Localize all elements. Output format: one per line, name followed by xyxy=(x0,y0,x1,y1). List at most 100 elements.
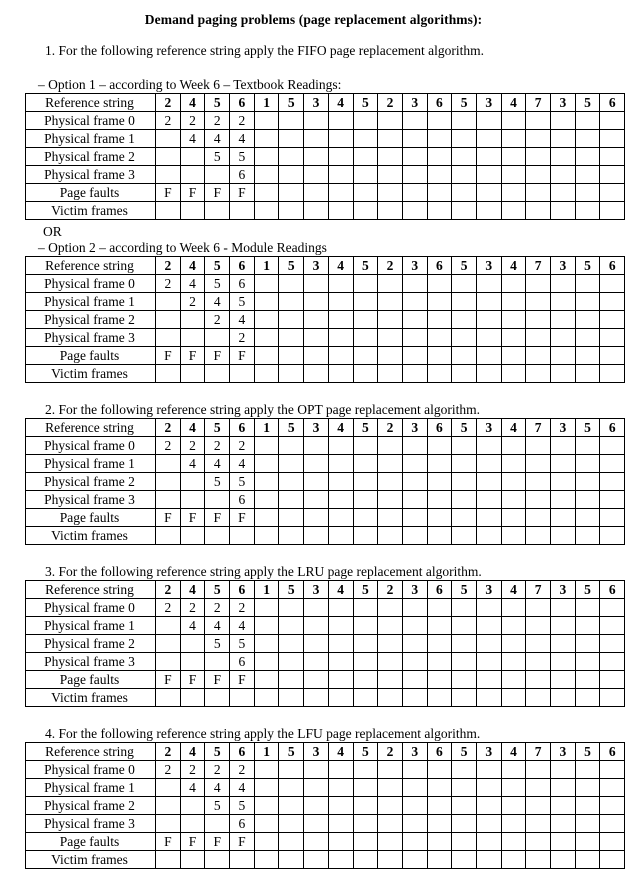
table-cell[interactable] xyxy=(500,364,527,383)
table-cell[interactable] xyxy=(500,454,527,473)
table-cell[interactable] xyxy=(426,364,453,383)
table-cell[interactable] xyxy=(426,454,453,473)
table-cell[interactable] xyxy=(401,760,428,779)
table-cell[interactable]: 2 xyxy=(204,111,231,130)
table-cell[interactable] xyxy=(303,760,329,779)
table-cell[interactable] xyxy=(426,796,453,815)
table-cell[interactable] xyxy=(500,201,527,220)
table-cell[interactable] xyxy=(278,670,305,689)
table-cell[interactable] xyxy=(451,652,477,671)
table-cell[interactable] xyxy=(574,850,601,869)
table-cell[interactable]: 6 xyxy=(426,580,453,599)
table-cell[interactable]: 5 xyxy=(278,418,305,437)
table-cell[interactable] xyxy=(303,850,329,869)
table-cell[interactable]: 1 xyxy=(253,93,280,112)
table-cell[interactable] xyxy=(303,147,329,166)
table-cell[interactable] xyxy=(475,472,502,491)
table-cell[interactable] xyxy=(599,310,626,329)
table-cell[interactable] xyxy=(451,616,477,635)
table-cell[interactable] xyxy=(550,850,576,869)
table-cell[interactable] xyxy=(525,634,551,653)
table-cell[interactable] xyxy=(352,292,379,311)
table-cell[interactable]: 5 xyxy=(352,580,379,599)
table-cell[interactable] xyxy=(327,274,354,293)
table-cell[interactable]: 2 xyxy=(155,436,181,455)
table-cell[interactable]: 5 xyxy=(574,93,601,112)
table-cell[interactable] xyxy=(303,778,329,797)
table-cell[interactable] xyxy=(155,472,181,491)
table-cell[interactable]: 4 xyxy=(179,742,206,761)
table-cell[interactable] xyxy=(253,472,280,491)
table-cell[interactable] xyxy=(574,796,601,815)
table-cell[interactable]: 2 xyxy=(229,760,255,779)
table-cell[interactable] xyxy=(574,436,601,455)
table-cell[interactable] xyxy=(377,201,403,220)
table-cell[interactable]: 7 xyxy=(525,256,551,275)
table-cell[interactable]: 2 xyxy=(204,598,231,617)
table-cell[interactable] xyxy=(500,634,527,653)
table-cell[interactable] xyxy=(599,346,626,365)
table-cell[interactable] xyxy=(377,832,403,851)
table-cell[interactable]: F xyxy=(179,832,206,851)
table-cell[interactable] xyxy=(574,652,601,671)
table-cell[interactable] xyxy=(525,760,551,779)
table-cell[interactable] xyxy=(278,508,305,527)
table-cell[interactable] xyxy=(303,111,329,130)
table-cell[interactable] xyxy=(451,508,477,527)
table-cell[interactable] xyxy=(179,814,206,833)
table-cell[interactable] xyxy=(377,634,403,653)
table-cell[interactable] xyxy=(525,292,551,311)
table-cell[interactable] xyxy=(475,760,502,779)
table-cell[interactable] xyxy=(599,616,626,635)
table-cell[interactable]: F xyxy=(155,508,181,527)
table-cell[interactable]: 2 xyxy=(229,436,255,455)
table-cell[interactable] xyxy=(352,310,379,329)
table-cell[interactable] xyxy=(401,165,428,184)
table-cell[interactable] xyxy=(475,850,502,869)
table-cell[interactable] xyxy=(426,129,453,148)
table-cell[interactable]: 5 xyxy=(204,634,231,653)
table-cell[interactable]: 2 xyxy=(204,436,231,455)
table-cell[interactable] xyxy=(475,274,502,293)
table-cell[interactable] xyxy=(204,328,231,347)
table-cell[interactable] xyxy=(451,201,477,220)
table-cell[interactable] xyxy=(500,688,527,707)
table-cell[interactable] xyxy=(574,616,601,635)
table-cell[interactable] xyxy=(401,310,428,329)
table-cell[interactable] xyxy=(401,688,428,707)
table-cell[interactable]: 5 xyxy=(229,147,255,166)
table-cell[interactable] xyxy=(550,129,576,148)
table-cell[interactable]: 5 xyxy=(204,580,231,599)
table-cell[interactable] xyxy=(401,292,428,311)
table-cell[interactable] xyxy=(253,111,280,130)
table-cell[interactable]: 6 xyxy=(599,580,626,599)
table-cell[interactable] xyxy=(303,364,329,383)
table-cell[interactable] xyxy=(426,147,453,166)
table-cell[interactable]: 4 xyxy=(229,778,255,797)
table-cell[interactable] xyxy=(253,670,280,689)
table-cell[interactable] xyxy=(352,364,379,383)
table-cell[interactable]: 4 xyxy=(204,129,231,148)
table-cell[interactable] xyxy=(426,274,453,293)
table-cell[interactable] xyxy=(327,670,354,689)
table-cell[interactable] xyxy=(574,274,601,293)
table-cell[interactable] xyxy=(352,508,379,527)
table-cell[interactable]: 4 xyxy=(500,418,527,437)
table-cell[interactable] xyxy=(500,760,527,779)
table-cell[interactable] xyxy=(525,364,551,383)
table-cell[interactable]: 4 xyxy=(179,778,206,797)
table-cell[interactable] xyxy=(500,346,527,365)
table-cell[interactable] xyxy=(352,526,379,545)
table-cell[interactable] xyxy=(451,796,477,815)
table-cell[interactable] xyxy=(155,688,181,707)
table-cell[interactable] xyxy=(155,364,181,383)
table-cell[interactable] xyxy=(525,526,551,545)
table-cell[interactable] xyxy=(500,183,527,202)
table-cell[interactable] xyxy=(426,778,453,797)
table-cell[interactable] xyxy=(352,183,379,202)
table-cell[interactable] xyxy=(303,328,329,347)
table-cell[interactable]: 4 xyxy=(229,616,255,635)
table-cell[interactable] xyxy=(327,652,354,671)
table-cell[interactable] xyxy=(278,274,305,293)
table-cell[interactable]: 5 xyxy=(278,580,305,599)
